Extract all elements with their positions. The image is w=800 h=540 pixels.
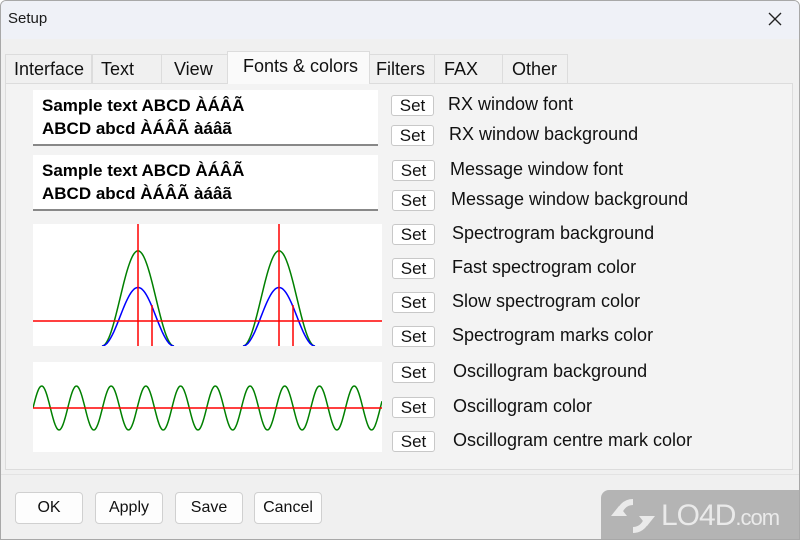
set-rx-window-background-button[interactable]: Set [391,125,434,146]
save-button[interactable]: Save [175,492,243,524]
message-sample-line-2: ABCD abcd ÀÁÂÃ àáâã [42,184,232,203]
cancel-button[interactable]: Cancel [254,492,322,524]
rx-window-background-label: RX window background [449,124,639,144]
set-oscillogram-background-button[interactable]: Set [392,362,435,383]
set-rx-window-font-button[interactable]: Set [391,95,434,116]
set-oscillogram-centre-mark-color-button[interactable]: Set [392,431,435,452]
tab-other[interactable]: Other [502,54,568,83]
message-sample-line-1: Sample text ABCD ÀÁÂÃ [42,161,245,180]
message-window-background-label: Message window background [451,189,689,209]
message-window-sample: Sample text ABCD ÀÁÂÃ ABCD abcd ÀÁÂÃ àáâ… [33,155,378,211]
set-message-window-font-button[interactable]: Set [392,160,435,181]
set-spectrogram-marks-color-button[interactable]: Set [392,326,435,347]
spectrogram-background [33,224,382,346]
set-oscillogram-color-button[interactable]: Set [392,397,435,418]
spectrogram-preview [33,224,382,346]
tab-fonts-colors[interactable]: Fonts & colors [227,51,370,84]
tab-filters[interactable]: Filters [369,54,435,83]
tab-interface[interactable]: Interface [5,54,92,83]
rx-window-sample: Sample text ABCD ÀÁÂÃ ABCD abcd ÀÁÂÃ àáâ… [33,90,378,146]
footer-divider [1,474,799,475]
oscillogram-preview [33,362,382,452]
tab-text[interactable]: Text [92,54,162,83]
set-fast-spectrogram-color-button[interactable]: Set [392,258,435,279]
oscillogram-background-label: Oscillogram background [453,361,648,381]
rx-sample-line-1: Sample text ABCD ÀÁÂÃ [42,96,245,115]
spectrogram-background-label: Spectrogram background [452,223,655,243]
watermark-text: LO4D.com [661,499,780,533]
ok-button[interactable]: OK [15,492,83,524]
oscillogram-centre-mark-color-label: Oscillogram centre mark color [453,430,693,450]
apply-button[interactable]: Apply [95,492,163,524]
close-icon [768,12,782,26]
rx-sample-line-2: ABCD abcd ÀÁÂÃ àáâã [42,119,232,138]
message-window-font-label: Message window font [450,159,624,179]
setup-dialog: Setup Interface Text View Fonts & colors… [0,0,800,540]
refresh-logo-icon [611,499,655,533]
watermark-brand: LO4D [661,499,736,532]
rx-window-font-label: RX window font [448,94,574,114]
spectrogram-marks-color-label: Spectrogram marks color [452,325,654,345]
set-slow-spectrogram-color-button[interactable]: Set [392,292,435,313]
watermark-suffix: .com [735,505,780,530]
close-button[interactable] [765,9,785,29]
title-bar: Setup [1,1,799,39]
set-message-window-background-button[interactable]: Set [392,190,435,211]
fast-spectrogram-color-label: Fast spectrogram color [452,257,637,277]
watermark: LO4D.com [601,490,799,539]
set-spectrogram-background-button[interactable]: Set [392,224,435,245]
slow-spectrogram-color-label: Slow spectrogram color [452,291,641,311]
window-title: Setup [8,10,48,27]
tab-fax[interactable]: FAX [434,54,503,83]
oscillogram-color-label: Oscillogram color [453,396,593,416]
tab-view[interactable]: View [161,54,231,83]
